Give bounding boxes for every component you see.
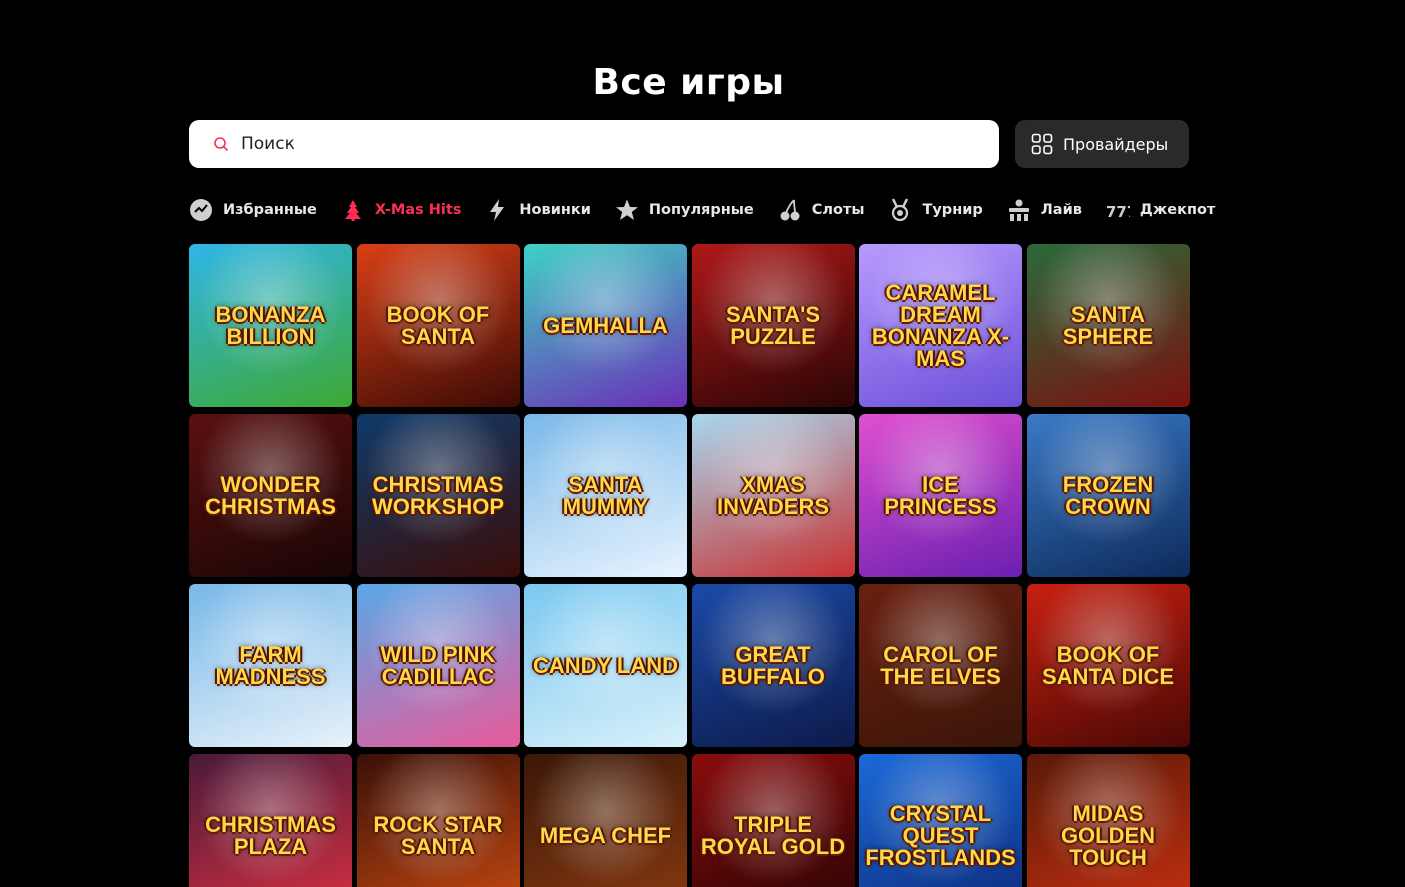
game-tile[interactable]: Triple Royal Gold <box>691 754 855 887</box>
game-tile[interactable]: Midas Golden Touch <box>1026 754 1190 887</box>
search-icon <box>214 137 228 151</box>
game-title: Christmas Workshop <box>372 471 504 519</box>
lightning-icon <box>490 199 505 221</box>
game-tile[interactable]: Candy Land <box>524 584 687 747</box>
category-bar: Избранные X-Mas Hits Новинки Популярные … <box>189 196 1239 224</box>
category-label: Слоты <box>811 202 865 218</box>
cherry-icon <box>780 199 800 221</box>
category-label: X-Mas Hits <box>374 202 462 218</box>
star-icon <box>615 199 638 220</box>
category-label: Лайв <box>1040 202 1082 218</box>
game-title: Wild Pink Cadillac <box>380 641 496 689</box>
game-tile[interactable]: Carol of the Elves <box>859 584 1022 747</box>
category-slots[interactable]: Слоты <box>778 198 865 222</box>
game-tile[interactable]: Great Buffalo <box>691 584 855 747</box>
game-title: Midas Golden Touch <box>1060 800 1156 870</box>
game-tile[interactable]: Gemhalla <box>524 244 687 407</box>
game-title: Triple Royal Gold <box>700 811 846 859</box>
category-label: Избранные <box>223 202 317 218</box>
game-title: Xmas Invaders <box>716 471 830 519</box>
game-tile[interactable]: Ice Princess <box>859 414 1022 577</box>
category-xmas-hits[interactable]: X-Mas Hits <box>341 198 462 222</box>
category-jackpot[interactable]: 777 Джекпот <box>1106 198 1215 222</box>
game-title: Caramel Dream Bonanza X-mas <box>871 279 1010 371</box>
game-title: Santa Sphere <box>1062 301 1154 349</box>
game-tile[interactable]: Santa's Puzzle <box>691 244 855 407</box>
category-label: Турнир <box>922 202 983 218</box>
game-tile[interactable]: Mega Chef <box>524 754 687 887</box>
game-title: Crystal Quest Frostlands <box>865 800 1016 870</box>
game-tile[interactable]: Book of Santa <box>356 244 520 407</box>
game-tile[interactable]: Christmas Workshop <box>356 414 520 577</box>
game-tile[interactable]: Frozen Crown <box>1026 414 1190 577</box>
game-title: Candy Land <box>532 652 679 678</box>
game-tile[interactable]: Bonanza Billion <box>189 244 352 407</box>
game-tile[interactable]: Christmas Plaza <box>189 754 352 887</box>
game-title: Gemhalla <box>543 312 668 338</box>
category-favorites[interactable]: Избранные <box>189 198 317 222</box>
grid-icon <box>1031 133 1053 155</box>
category-tournament[interactable]: Турнир <box>888 198 983 222</box>
search-box[interactable] <box>189 120 999 168</box>
game-tile[interactable]: Crystal Quest Frostlands <box>859 754 1022 887</box>
jackpot-777-icon: 777 <box>1106 203 1130 221</box>
game-tile[interactable]: Rock Star Santa <box>356 754 520 887</box>
christmas-tree-icon <box>344 200 361 221</box>
game-title: Book of Santa <box>386 301 490 349</box>
category-new[interactable]: Новинки <box>485 198 591 222</box>
game-title: Wonder Christmas <box>205 471 336 519</box>
svg-text:777: 777 <box>1106 203 1130 221</box>
game-tile[interactable]: Santa Sphere <box>1026 244 1190 407</box>
favorites-icon <box>190 199 212 221</box>
live-dealer-icon <box>1008 199 1029 221</box>
game-tile[interactable]: Wild Pink Cadillac <box>356 584 520 747</box>
category-live[interactable]: Лайв <box>1007 198 1082 222</box>
game-title: Santa Mummy <box>562 471 649 519</box>
game-tile[interactable]: Wonder Christmas <box>189 414 352 577</box>
category-popular[interactable]: Популярные <box>615 198 754 222</box>
game-title: Great Buffalo <box>721 641 825 689</box>
category-label: Новинки <box>519 202 591 218</box>
medal-icon <box>892 198 909 222</box>
providers-button-label: Провайдеры <box>1063 134 1169 154</box>
page-title: Все игры <box>592 62 785 103</box>
category-label: Джекпот <box>1139 202 1216 218</box>
game-title: Christmas Plaza <box>205 811 336 859</box>
game-tile[interactable]: Xmas Invaders <box>691 414 855 577</box>
game-title: Santa's Puzzle <box>725 301 821 349</box>
search-input[interactable] <box>241 134 941 154</box>
game-title: Frozen Crown <box>1062 471 1154 519</box>
game-title: Ice Princess <box>884 471 997 519</box>
game-title: Bonanza Billion <box>215 301 326 349</box>
game-title: Farm Madness <box>215 641 326 689</box>
game-tile[interactable]: Farm Madness <box>189 584 352 747</box>
game-title: Mega Chef <box>539 822 672 848</box>
game-title: Carol of the Elves <box>880 641 1001 689</box>
game-tile[interactable]: Caramel Dream Bonanza X-mas <box>859 244 1022 407</box>
game-title: Book of Santa Dice <box>1042 641 1174 689</box>
providers-button[interactable]: Провайдеры <box>1015 120 1189 168</box>
category-label: Популярные <box>648 202 754 218</box>
game-title: Rock Star Santa <box>373 811 503 859</box>
game-tile[interactable]: Book of Santa Dice <box>1026 584 1190 747</box>
game-tile[interactable]: Santa Mummy <box>524 414 687 577</box>
